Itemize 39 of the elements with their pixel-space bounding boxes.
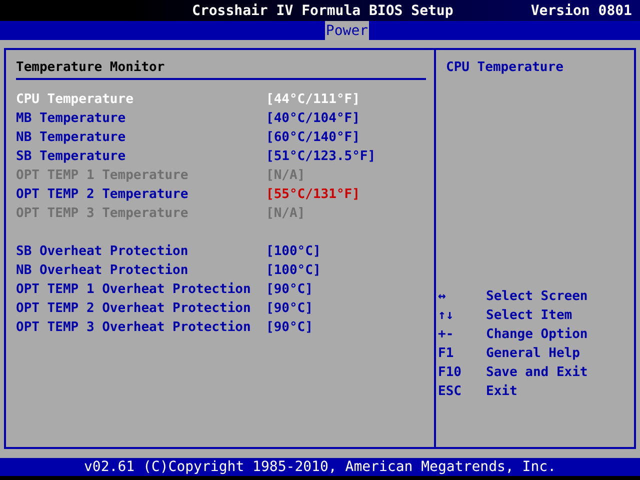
section-title: Temperature Monitor	[16, 60, 166, 77]
setting-value: [90°C]	[266, 320, 313, 335]
key-label: ↔	[438, 289, 447, 304]
menu-tab[interactable]: Power	[324, 21, 370, 40]
setting-label[interactable]: OPT TEMP 1 Overheat Protection	[16, 282, 266, 297]
key-label: ESC	[438, 384, 462, 399]
setting-value: [90°C]	[266, 301, 313, 316]
window-title: Crosshair IV Formula BIOS Setup	[192, 2, 454, 18]
setting-value: [40°C/104°F]	[266, 111, 360, 126]
key-action: Exit	[486, 384, 518, 399]
setting-label[interactable]: NB Temperature	[16, 130, 266, 145]
key-label: F10	[438, 365, 462, 380]
setting-label[interactable]: NB Overheat Protection	[16, 263, 266, 278]
key-label: F1	[438, 346, 455, 361]
key-action: Change Option	[486, 327, 588, 342]
setting-label[interactable]: OPT TEMP 2 Overheat Protection	[16, 301, 266, 316]
setting-label[interactable]: MB Temperature	[16, 111, 266, 126]
key-action: Select Screen	[486, 289, 588, 304]
version-label: Version 0801	[530, 2, 632, 18]
setting-value: [100°C]	[266, 244, 321, 259]
setting-value: [N/A]	[266, 206, 306, 221]
key-label: ↑↓	[438, 308, 455, 323]
setting-label[interactable]: SB Temperature	[16, 149, 266, 164]
setting-value: [55°C/131°F]	[266, 187, 360, 202]
setting-value: [90°C]	[266, 282, 313, 297]
key-action: Select Item	[486, 308, 572, 323]
key-label: +-	[438, 327, 455, 342]
setting-value: [44°C/111°F]	[266, 92, 360, 107]
setting-label[interactable]: OPT TEMP 3 Overheat Protection	[16, 320, 266, 335]
setting-value: [100°C]	[266, 263, 321, 278]
setting-value: [60°C/140°F]	[266, 130, 360, 145]
key-action: Save and Exit	[486, 365, 588, 380]
key-action: General Help	[486, 346, 580, 361]
setting-label[interactable]: OPT TEMP 2 Temperature	[16, 187, 266, 202]
help-text: CPU Temperature	[446, 60, 564, 75]
copyright-text: v02.61 (C)Copyright 1985-2010, American Megatrends, Inc.	[84, 459, 556, 475]
setting-label[interactable]: SB Overheat Protection	[16, 244, 266, 259]
setting-value: [51°C/123.5°F]	[266, 149, 376, 164]
setting-value: [N/A]	[266, 168, 306, 183]
